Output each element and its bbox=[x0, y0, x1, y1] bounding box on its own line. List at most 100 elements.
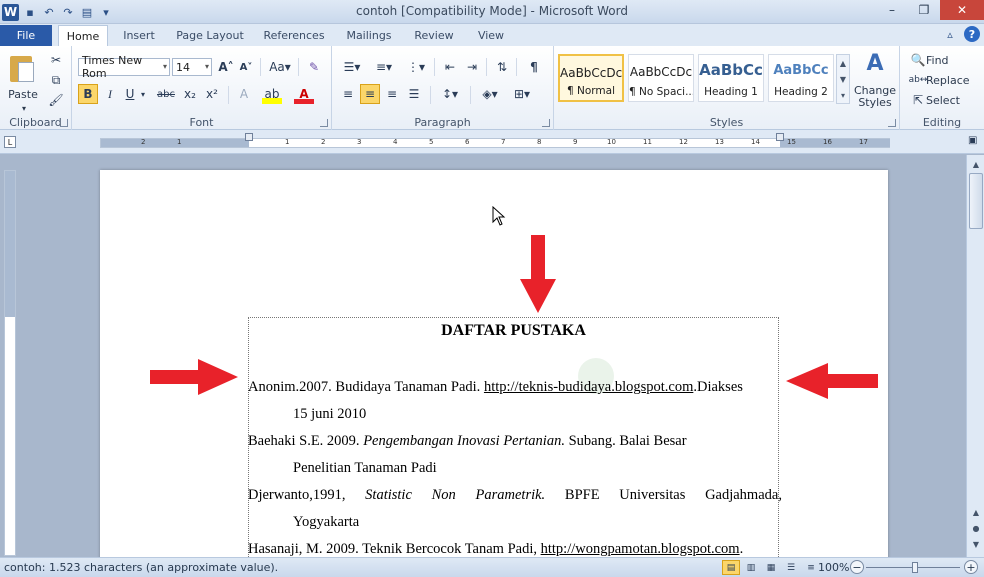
tab-home[interactable]: Home bbox=[58, 25, 108, 46]
underline-dropdown-icon[interactable]: ▾ bbox=[138, 84, 148, 104]
bullets-icon[interactable]: ☰▾ bbox=[338, 57, 366, 77]
multilevel-list-icon[interactable]: ⋮▾ bbox=[402, 57, 430, 77]
numbering-icon[interactable]: ≡▾ bbox=[370, 57, 398, 77]
tab-page-layout[interactable]: Page Layout bbox=[170, 25, 250, 46]
style-name: ¶ No Spaci... bbox=[629, 86, 693, 98]
reference-word: Gadjahmada, bbox=[705, 487, 782, 503]
zoom-in-icon[interactable]: + bbox=[964, 560, 978, 574]
italic-icon[interactable]: I bbox=[100, 84, 120, 104]
previous-page-icon[interactable]: ▲ bbox=[969, 505, 983, 519]
style-heading-2[interactable]: AaBbCc Heading 2 bbox=[768, 54, 834, 102]
tab-view[interactable]: View bbox=[468, 25, 514, 46]
right-indent-marker[interactable] bbox=[776, 133, 784, 141]
line-spacing-icon[interactable]: ↕▾ bbox=[436, 84, 464, 104]
styles-gallery-scroll[interactable]: ▲ ▼ ▾ bbox=[836, 54, 850, 104]
web-layout-icon[interactable]: ▦ bbox=[762, 560, 780, 575]
show-formatting-icon[interactable]: ¶ bbox=[524, 57, 544, 77]
next-page-icon[interactable]: ▼ bbox=[969, 537, 983, 551]
close-button[interactable]: ✕ bbox=[940, 0, 984, 20]
grow-font-icon[interactable]: A˄ bbox=[216, 57, 236, 77]
replace-button[interactable]: Replace bbox=[926, 70, 976, 90]
paste-icon[interactable] bbox=[8, 52, 36, 82]
minimize-button[interactable]: – bbox=[876, 0, 908, 20]
styles-launcher-icon[interactable] bbox=[888, 119, 896, 127]
vertical-ruler[interactable] bbox=[4, 170, 16, 556]
find-icon[interactable]: 🔍 bbox=[908, 50, 928, 70]
editing-label: Editing bbox=[922, 116, 962, 129]
borders-icon[interactable]: ⊞▾ bbox=[508, 84, 536, 104]
format-painter-icon[interactable]: 🖌 bbox=[46, 90, 66, 110]
style-normal[interactable]: AaBbCcDc ¶ Normal bbox=[558, 54, 624, 102]
paste-dropdown-icon[interactable]: ▾ bbox=[14, 98, 34, 118]
text-effects-icon[interactable]: A bbox=[234, 84, 254, 104]
clear-formatting-icon[interactable]: ✎ bbox=[304, 57, 324, 77]
tab-review[interactable]: Review bbox=[406, 25, 462, 46]
zoom-out-icon[interactable]: − bbox=[850, 560, 864, 574]
ruler-number: 1 bbox=[285, 138, 290, 146]
zoom-level[interactable]: 100% bbox=[818, 561, 849, 574]
find-button[interactable]: Find bbox=[926, 50, 966, 70]
reference-link[interactable]: http://wongpamotan.blogspot.com bbox=[541, 541, 740, 557]
style-name: Heading 2 bbox=[774, 86, 828, 98]
align-left-icon[interactable]: ≡ bbox=[338, 84, 358, 104]
font-launcher-icon[interactable] bbox=[320, 119, 328, 127]
font-name-input[interactable]: Times New Rom ▾ bbox=[78, 54, 170, 80]
change-styles-icon[interactable]: A bbox=[852, 51, 898, 76]
superscript-icon[interactable]: x² bbox=[202, 84, 222, 104]
scroll-thumb[interactable] bbox=[969, 173, 983, 229]
replace-icon[interactable]: ab↔ bbox=[908, 70, 928, 90]
underline-icon[interactable]: U bbox=[120, 84, 140, 104]
shading-icon[interactable]: ◈▾ bbox=[476, 84, 504, 104]
cut-icon[interactable]: ✂ bbox=[46, 50, 66, 70]
reference-text: . bbox=[739, 541, 744, 557]
print-layout-icon[interactable]: ▤ bbox=[722, 560, 740, 575]
outline-icon[interactable]: ☰ bbox=[782, 560, 800, 575]
gallery-more-icon[interactable]: ▾ bbox=[841, 91, 845, 100]
align-right-icon[interactable]: ≡ bbox=[382, 84, 402, 104]
select-icon[interactable]: ⇱ bbox=[908, 90, 928, 110]
zoom-slider-thumb[interactable] bbox=[912, 562, 918, 573]
document-heading: DAFTAR PUSTAKA bbox=[441, 322, 586, 339]
gallery-down-icon[interactable]: ▼ bbox=[840, 75, 846, 84]
font-size-input[interactable]: 14 ▾ bbox=[172, 58, 212, 76]
strikethrough-icon[interactable]: abc bbox=[156, 84, 176, 104]
align-center-icon[interactable]: ≡ bbox=[360, 84, 380, 104]
minimize-ribbon-icon[interactable]: ▵ bbox=[942, 26, 958, 42]
font-color-icon[interactable]: A bbox=[294, 84, 314, 104]
restore-button[interactable]: ❐ bbox=[908, 0, 940, 20]
increase-indent-icon[interactable]: ⇥ bbox=[462, 57, 482, 77]
clipboard-launcher-icon[interactable] bbox=[60, 119, 68, 127]
highlight-icon[interactable]: ab bbox=[262, 84, 282, 104]
tab-selector-icon[interactable]: L bbox=[4, 136, 16, 148]
paragraph-launcher-icon[interactable] bbox=[542, 119, 550, 127]
horizontal-ruler[interactable]: 2 1 1 2 3 4 5 6 7 8 9 10 11 12 13 14 15 … bbox=[100, 133, 890, 148]
tab-mailings[interactable]: Mailings bbox=[338, 25, 400, 46]
subscript-icon[interactable]: x₂ bbox=[180, 84, 200, 104]
style-heading-1[interactable]: AaBbCc Heading 1 bbox=[698, 54, 764, 102]
gallery-up-icon[interactable]: ▲ bbox=[840, 59, 846, 68]
vertical-scrollbar[interactable]: ▲ ▲ ● ▼ bbox=[966, 155, 984, 557]
decrease-indent-icon[interactable]: ⇤ bbox=[440, 57, 460, 77]
reference-entry: Djerwanto,1991, Statistic Non Parametrik… bbox=[248, 487, 782, 504]
ruler-number: 2 bbox=[321, 138, 326, 146]
tab-references[interactable]: References bbox=[256, 25, 332, 46]
tab-file[interactable]: File bbox=[0, 25, 52, 46]
sort-icon[interactable]: ⇅ bbox=[492, 57, 512, 77]
style-no-spacing[interactable]: AaBbCcDc ¶ No Spaci... bbox=[628, 54, 694, 102]
browse-object-icon[interactable]: ● bbox=[969, 521, 983, 535]
scroll-up-icon[interactable]: ▲ bbox=[969, 157, 983, 171]
copy-icon[interactable]: ⧉ bbox=[46, 70, 66, 90]
help-icon[interactable]: ? bbox=[964, 26, 980, 42]
bold-icon[interactable]: B bbox=[78, 84, 98, 104]
justify-icon[interactable]: ☰ bbox=[404, 84, 424, 104]
view-ruler-icon[interactable]: ▣ bbox=[968, 135, 982, 149]
clipboard-group: Paste ▾ ✂ ⧉ 🖌 Clipboard bbox=[0, 46, 72, 130]
select-button[interactable]: Select bbox=[926, 90, 970, 110]
first-line-indent-marker[interactable] bbox=[245, 133, 253, 141]
reference-link[interactable]: http://teknis-budidaya.blogspot.com bbox=[484, 379, 693, 395]
full-screen-reading-icon[interactable]: ▥ bbox=[742, 560, 760, 575]
shrink-font-icon[interactable]: A˅ bbox=[236, 57, 256, 77]
change-styles-button[interactable]: Change Styles bbox=[850, 82, 900, 112]
tab-insert[interactable]: Insert bbox=[114, 25, 164, 46]
change-case-icon[interactable]: Aa ▾ bbox=[266, 57, 294, 77]
